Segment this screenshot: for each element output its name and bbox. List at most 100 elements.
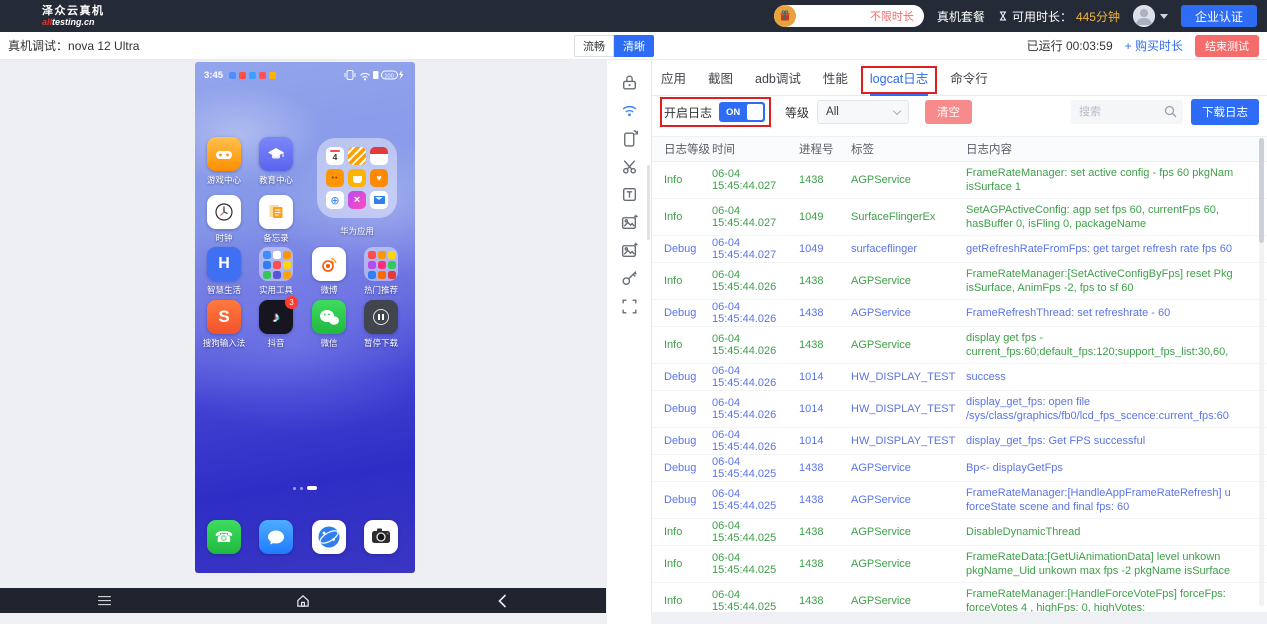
app-weibo[interactable]: 微博	[312, 247, 346, 281]
upload-image-icon[interactable]	[619, 213, 639, 232]
package-link[interactable]: 真机套餐	[937, 8, 985, 25]
gift-icon	[774, 5, 796, 27]
gallery-icon[interactable]	[619, 241, 639, 260]
dock-messages[interactable]	[259, 520, 293, 554]
promo-pill[interactable]: 不限时长	[774, 5, 924, 27]
recent-apps-button[interactable]	[98, 596, 111, 606]
text-input-icon[interactable]	[619, 185, 639, 204]
rotate-screen-icon[interactable]	[619, 129, 639, 148]
app-paused-download[interactable]: 暂停下载	[364, 300, 398, 334]
log-time: 06-04 15:45:44.025	[712, 520, 799, 544]
log-tag: HW_DISPLAY_TEST	[851, 403, 966, 415]
level-select[interactable]: All	[817, 100, 909, 124]
log-tag: AGPService	[851, 462, 966, 474]
folder-label: 华为应用	[317, 225, 397, 237]
log-content: display_get_fps: Get FPS successful	[966, 434, 1267, 448]
notification-badge: 3	[285, 296, 298, 309]
log-content: DisableDynamicThread	[966, 525, 1267, 539]
log-content: FrameRateManager:[HandleAppFrameRateRefr…	[966, 486, 1267, 514]
dock-camera[interactable]	[364, 520, 398, 554]
app-edu-center[interactable]: 教育中心	[259, 137, 293, 171]
back-button[interactable]	[498, 594, 507, 608]
fullscreen-icon[interactable]	[619, 297, 639, 316]
weibo-icon	[312, 247, 346, 281]
tab-performance[interactable]: 性能	[823, 60, 848, 96]
app-sogou[interactable]: S 搜狗输入法	[207, 300, 241, 334]
log-controls: 开启日志 ON 等级 All 清空 下载日志	[652, 96, 1267, 128]
log-row: Info 06-04 15:45:44.027 1438 AGPService …	[652, 162, 1267, 199]
tools-folder-icon	[259, 247, 293, 281]
log-table: 日志等级 时间 进程号 标签 日志内容 Info 06-04 15:45:44.…	[652, 136, 1267, 612]
log-level: Debug	[652, 403, 712, 415]
home-button[interactable]	[296, 593, 311, 608]
folder-huawei-apps[interactable]: 4 •• ♥ ⊕ ×	[317, 138, 397, 218]
enterprise-auth-button[interactable]: 企业认证	[1181, 5, 1257, 27]
app-douyin[interactable]: ♪ 3 抖音	[259, 300, 293, 334]
log-pid: 1438	[799, 526, 851, 538]
brand-logo[interactable]: 泽众云真机 alltesting.cn	[42, 6, 105, 27]
folder-hot[interactable]: 热门推荐	[364, 247, 398, 281]
log-tag: AGPService	[851, 275, 966, 287]
log-tag: AGPService	[851, 558, 966, 570]
download-log-button[interactable]: 下载日志	[1191, 99, 1259, 125]
app-clock[interactable]: 时钟	[207, 195, 241, 229]
log-tag: AGPService	[851, 339, 966, 351]
page-indicator	[195, 486, 415, 490]
log-time: 06-04 15:45:44.026	[712, 333, 799, 357]
quality-hd-button[interactable]: 清晰	[614, 35, 654, 57]
log-tag: HW_DISPLAY_TEST	[851, 435, 966, 447]
log-time: 06-04 15:45:44.025	[712, 589, 799, 612]
tab-logcat[interactable]: logcat日志	[870, 60, 928, 96]
app-game-center[interactable]: 游戏中心	[207, 137, 241, 171]
log-row: Debug 06-04 15:45:44.027 1049 surfacefli…	[652, 236, 1267, 263]
scissors-icon[interactable]	[619, 157, 639, 176]
tab-adb-debug[interactable]: adb调试	[755, 60, 801, 96]
tab-screenshot[interactable]: 截图	[708, 60, 733, 96]
tab-command-line[interactable]: 命令行	[950, 60, 988, 96]
log-level: Info	[652, 558, 712, 570]
brand-title: 泽众云真机	[42, 6, 105, 17]
log-content: FrameRateManager:[SetActiveConfigByFps] …	[966, 267, 1267, 295]
log-table-header: 日志等级 时间 进程号 标签 日志内容	[652, 136, 1267, 162]
toolbar-scrollbar[interactable]	[647, 165, 650, 240]
key-icon[interactable]	[619, 269, 639, 288]
end-test-button[interactable]: 结束测试	[1195, 35, 1259, 57]
log-time: 06-04 15:45:44.025	[712, 488, 799, 512]
phone-screen[interactable]: 3:45	[195, 62, 415, 573]
globe-app-icon: ⊕	[326, 191, 344, 209]
log-content: FrameRateManager:[HandleForceVoteFps] fo…	[966, 587, 1267, 612]
log-pid: 1438	[799, 595, 851, 607]
log-scrollbar-thumb[interactable]	[1259, 138, 1264, 243]
log-level: Info	[652, 339, 712, 351]
log-level: Info	[652, 174, 712, 186]
log-content: FrameRefreshThread: set refreshrate - 60	[966, 306, 1267, 320]
quality-smooth-button[interactable]: 流畅	[574, 35, 614, 57]
log-content: FrameRateManager: set active config - fp…	[966, 166, 1267, 194]
clear-button[interactable]: 清空	[925, 100, 972, 124]
phone-status-bar: 3:45	[195, 68, 415, 82]
log-row: Info 06-04 15:45:44.025 1438 AGPService …	[652, 546, 1267, 583]
wifi-icon[interactable]	[619, 101, 639, 120]
app-smart-life[interactable]: H 智慧生活	[207, 247, 241, 281]
folder-tools[interactable]: 实用工具	[259, 247, 293, 281]
user-menu[interactable]	[1133, 5, 1168, 27]
dock-phone[interactable]: ☎	[207, 520, 241, 554]
vibrate-icon	[345, 71, 355, 80]
clock-icon	[207, 195, 241, 229]
buy-time-link[interactable]: + 购买时长	[1125, 37, 1183, 54]
log-toggle[interactable]: ON	[719, 102, 765, 122]
app-wechat[interactable]: 微信	[312, 300, 346, 334]
dock-browser[interactable]	[312, 520, 346, 554]
log-level: Info	[652, 526, 712, 538]
log-switch-label: 开启日志	[664, 104, 712, 121]
phone-stage: 3:45	[0, 60, 606, 588]
log-pid: 1438	[799, 462, 851, 474]
app-memo[interactable]: 备忘录	[259, 195, 293, 229]
search-icon[interactable]	[1164, 105, 1177, 118]
x-app-icon: ×	[348, 191, 366, 209]
camera-icon	[364, 520, 398, 554]
log-scrollbar	[1259, 138, 1264, 606]
lock-icon[interactable]	[619, 73, 639, 92]
tab-apps[interactable]: 应用	[661, 60, 686, 96]
log-time: 06-04 15:45:44.027	[712, 205, 799, 229]
